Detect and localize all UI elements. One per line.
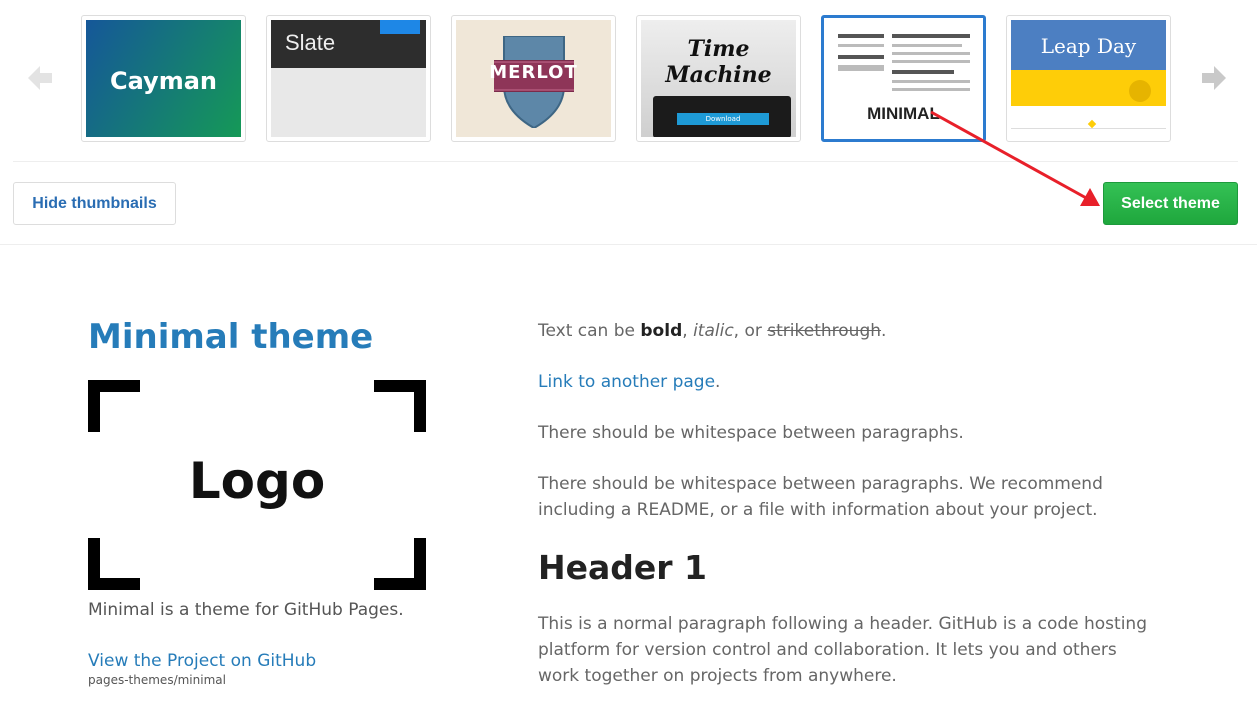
logo-text: Logo [188, 452, 326, 510]
thumb-art: Time Machine Download [641, 20, 796, 137]
italic-text: italic [693, 321, 734, 341]
formatting-paragraph: Text can be bold, italic, or strikethrou… [538, 318, 886, 344]
divider [13, 161, 1238, 162]
hide-thumbnails-button[interactable]: Hide thumbnails [13, 182, 176, 225]
link-paragraph: Link to another page. [538, 369, 720, 395]
project-path: pages-themes/minimal [88, 673, 226, 687]
header-1: Header 1 [538, 548, 707, 587]
bold-text: bold [640, 321, 683, 341]
thumb-art: Leap Day [1011, 20, 1166, 137]
thumb-art: MINIMAL [826, 20, 981, 137]
thumb-line [892, 60, 970, 63]
logo-corner [374, 538, 426, 590]
text: , [682, 321, 694, 341]
logo-corner [88, 380, 140, 432]
thumb-rule [1011, 128, 1166, 129]
page-title: Minimal theme [88, 317, 374, 357]
logo-corner [374, 380, 426, 432]
thumb-line [838, 34, 884, 38]
previous-arrow-icon[interactable] [24, 62, 56, 94]
text: , or [733, 321, 768, 341]
thumb-art: Cayman [86, 20, 241, 137]
theme-thumb-cayman[interactable]: Cayman [81, 15, 246, 142]
thumb-line [892, 44, 962, 47]
text: . [881, 321, 887, 341]
logo: Logo [88, 380, 426, 590]
thumb-line [892, 80, 970, 83]
thumb-diamond [1087, 119, 1097, 129]
thumb-line [838, 44, 884, 47]
theme-name: MINIMAL [867, 104, 940, 123]
thumb-line [892, 88, 970, 91]
theme-name: Cayman [109, 66, 217, 95]
select-theme-button[interactable]: Select theme [1103, 182, 1238, 225]
thumb-line [892, 70, 954, 74]
thumb-blue-tab [380, 20, 420, 34]
theme-name: MERLOT [489, 62, 578, 83]
theme-name-line1: Time [687, 36, 750, 62]
another-page-link[interactable]: Link to another page [538, 372, 715, 392]
preview-sidebar: Minimal theme Logo Minimal is a theme fo… [88, 316, 448, 687]
thumb-line [838, 55, 884, 59]
thumb-line [892, 52, 970, 55]
thumb-line [892, 34, 970, 38]
next-arrow-icon[interactable] [1198, 62, 1230, 94]
text: Text can be [538, 321, 641, 341]
thumb-art: MERLOT [456, 20, 611, 137]
theme-name-line2: Machine [665, 62, 772, 88]
theme-chooser: Cayman Slate MERLOT Time Machine Downloa… [0, 0, 1257, 245]
theme-name: Leap Day [1040, 34, 1137, 58]
theme-thumb-minimal[interactable]: MINIMAL [821, 15, 986, 142]
theme-thumb-merlot[interactable]: MERLOT [451, 15, 616, 142]
view-project-link[interactable]: View the Project on GitHub [88, 651, 316, 671]
theme-name: Slate [285, 30, 336, 55]
theme-thumb-slate[interactable]: Slate [266, 15, 431, 142]
logo-corner [88, 538, 140, 590]
thumb-download-button: Download [677, 113, 769, 125]
paragraph: There should be whitespace between parag… [538, 474, 1103, 520]
strikethrough-text: strikethrough [767, 321, 882, 341]
thumb-art: Slate [271, 20, 426, 137]
tagline: Minimal is a theme for GitHub Pages. [88, 600, 404, 620]
text: . [715, 372, 721, 392]
thumb-line [838, 65, 884, 71]
github-icon [1129, 80, 1151, 102]
paragraph: This is a normal paragraph following a h… [538, 614, 1147, 686]
theme-thumb-leap-day[interactable]: Leap Day [1006, 15, 1171, 142]
paragraph: There should be whitespace between parag… [538, 423, 964, 443]
theme-thumb-time-machine[interactable]: Time Machine Download [636, 15, 801, 142]
